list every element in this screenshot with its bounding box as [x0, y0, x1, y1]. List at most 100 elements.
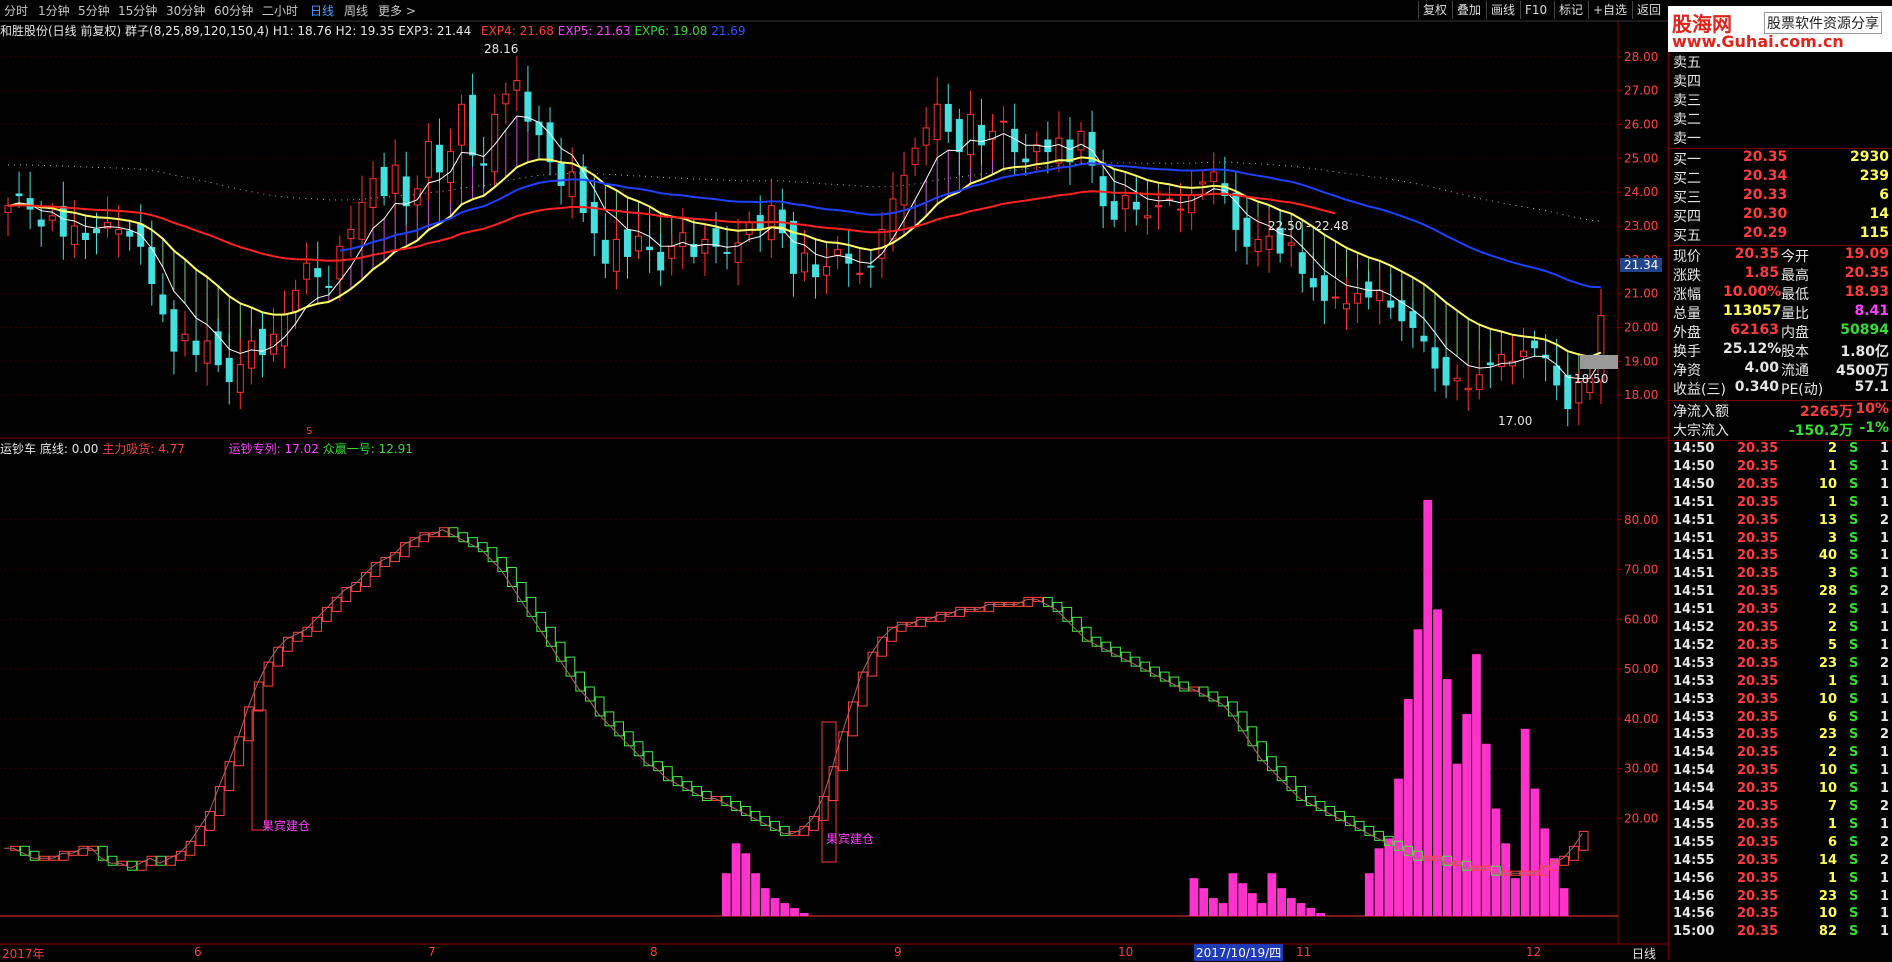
tab-5min[interactable]: 5分钟 [78, 2, 110, 19]
ind-box [263, 661, 274, 687]
flow-row: 净流入额 2265万 10% [1673, 401, 1889, 420]
volume-bar [1364, 873, 1374, 916]
tick-price: 20.35 [1737, 637, 1779, 653]
candle-body [1453, 377, 1461, 382]
stat-row: 净资 4.00 流通 4500万 [1673, 360, 1889, 379]
bid-price: 20.33 [1743, 187, 1788, 203]
date-axis: 2017年 6 7 8 9 10 2017/10/19/四 11 12 日线 [0, 944, 1668, 961]
candle-body [889, 198, 897, 240]
candle-body [1143, 215, 1151, 219]
tick-row: 14:54 20.35 7 S 2 [1673, 799, 1889, 816]
tick-side: S [1849, 727, 1859, 743]
tick-count: 1 [1879, 602, 1889, 618]
fuquan-button[interactable]: 复权 [1418, 1, 1451, 19]
tick-list[interactable]: 14:50 20.35 2 S 1 14:50 20.35 1 S 1 14:50 20.35 10 S 1… [1669, 441, 1892, 961]
volume-bar [1481, 743, 1491, 916]
candle-body [236, 364, 244, 393]
stat-label: 外盘 [1673, 325, 1701, 341]
ind-box [1179, 681, 1190, 692]
gray-marker [1580, 355, 1618, 369]
candle-body [15, 193, 23, 197]
candle-body [1431, 347, 1439, 369]
tick-count: 2 [1879, 799, 1889, 814]
stat-row: 收益(三) 0.340 PE(动) 57.1 [1673, 379, 1889, 398]
candle-body [1287, 242, 1295, 246]
bid-label: 买三 [1673, 190, 1701, 206]
tab-more[interactable]: 更多 > [378, 2, 416, 19]
volume-bar [1433, 609, 1442, 916]
tab-1min[interactable]: 1分钟 [38, 2, 70, 19]
mark-button[interactable]: 标记 [1554, 1, 1587, 19]
candle-body [1199, 181, 1207, 185]
ind-box [565, 656, 576, 677]
tab-15min[interactable]: 15分钟 [118, 2, 157, 19]
ind-tick-label: 50.00 [1624, 662, 1658, 676]
tick-count: 2 [1879, 584, 1889, 600]
tab-fenshi[interactable]: 分时 [4, 2, 28, 19]
tab-daily[interactable]: 日线 [310, 2, 334, 19]
stat-value: 1.85 [1744, 265, 1779, 281]
ind-line [4, 529, 1583, 874]
tick-time: 14:56 [1673, 906, 1715, 922]
ask-label: 卖一 [1673, 131, 1701, 147]
candle-body [723, 251, 731, 254]
add-watchlist-button[interactable]: +自选 [1588, 1, 1631, 19]
tick-row: 14:53 20.35 6 S 1 [1673, 710, 1889, 727]
tick-side: S [1849, 763, 1859, 779]
tick-side: S [1849, 602, 1859, 618]
tab-2hour[interactable]: 二小时 [262, 2, 298, 19]
candle-body [513, 80, 521, 91]
candle-body [1254, 239, 1262, 253]
kline-chart[interactable]: 18.0019.0020.0021.0022.0023.0024.0025.00… [0, 0, 1668, 960]
tick-side: S [1849, 548, 1859, 564]
bid-volume: 6 [1879, 187, 1889, 203]
volume-bar [731, 843, 741, 916]
ask-label: 卖三 [1673, 93, 1701, 109]
candle-body [922, 127, 930, 146]
candle-body [48, 215, 56, 221]
h1-value: H1: 18.76 [272, 24, 332, 38]
volume-bar [1199, 888, 1209, 916]
candle-body [1000, 120, 1008, 123]
tick-row: 14:54 20.35 10 S 1 [1673, 763, 1889, 780]
ind-box [857, 671, 868, 707]
tab-30min[interactable]: 30分钟 [166, 2, 205, 19]
candle-body [1066, 139, 1074, 163]
stat-label: 收益(三) [1673, 382, 1726, 398]
tick-price: 20.35 [1737, 512, 1779, 528]
stat-label: 涨跌 [1673, 268, 1701, 284]
date-label-10: 10 [1118, 945, 1134, 959]
exp4-value: EXP4: 21.68 [481, 24, 554, 38]
tick-volume: 10 [1818, 763, 1837, 779]
ind-box [555, 641, 566, 662]
ind-box [1578, 830, 1589, 851]
stat-label: 量比 [1781, 306, 1809, 322]
ind-box [653, 761, 663, 772]
tick-volume: 40 [1818, 548, 1837, 564]
ind-box [594, 696, 605, 717]
f10-button[interactable]: F10 [1520, 1, 1551, 19]
stat-value: 19.09 [1844, 246, 1889, 262]
candle-body [203, 340, 211, 364]
tick-volume: 1 [1827, 494, 1837, 510]
tick-price: 20.35 [1737, 458, 1779, 474]
ask-row: 卖五 [1673, 52, 1889, 71]
tab-weekly[interactable]: 周线 [344, 2, 368, 19]
tab-60min[interactable]: 60分钟 [214, 2, 253, 19]
candle-body [4, 205, 12, 213]
back-button[interactable]: 返回 [1632, 1, 1665, 19]
candle-body [701, 239, 709, 254]
draw-button[interactable]: 画线 [1486, 1, 1519, 19]
bid-label: 买四 [1673, 209, 1701, 225]
bid-label: 买五 [1673, 228, 1701, 244]
date-label-9: 9 [894, 945, 902, 959]
tick-side: S [1849, 888, 1859, 904]
overlay-button[interactable]: 叠加 [1452, 1, 1485, 19]
tick-time: 14:55 [1673, 816, 1715, 832]
tick-side: S [1849, 834, 1859, 850]
candle-body [933, 103, 941, 141]
candle-body [458, 103, 466, 146]
period-toolbar: 分时 1分钟 5分钟 15分钟 30分钟 60分钟 二小时 日线 周线 更多 >… [0, 0, 1661, 20]
candle-body [1022, 158, 1030, 163]
candle-body [1387, 300, 1395, 308]
